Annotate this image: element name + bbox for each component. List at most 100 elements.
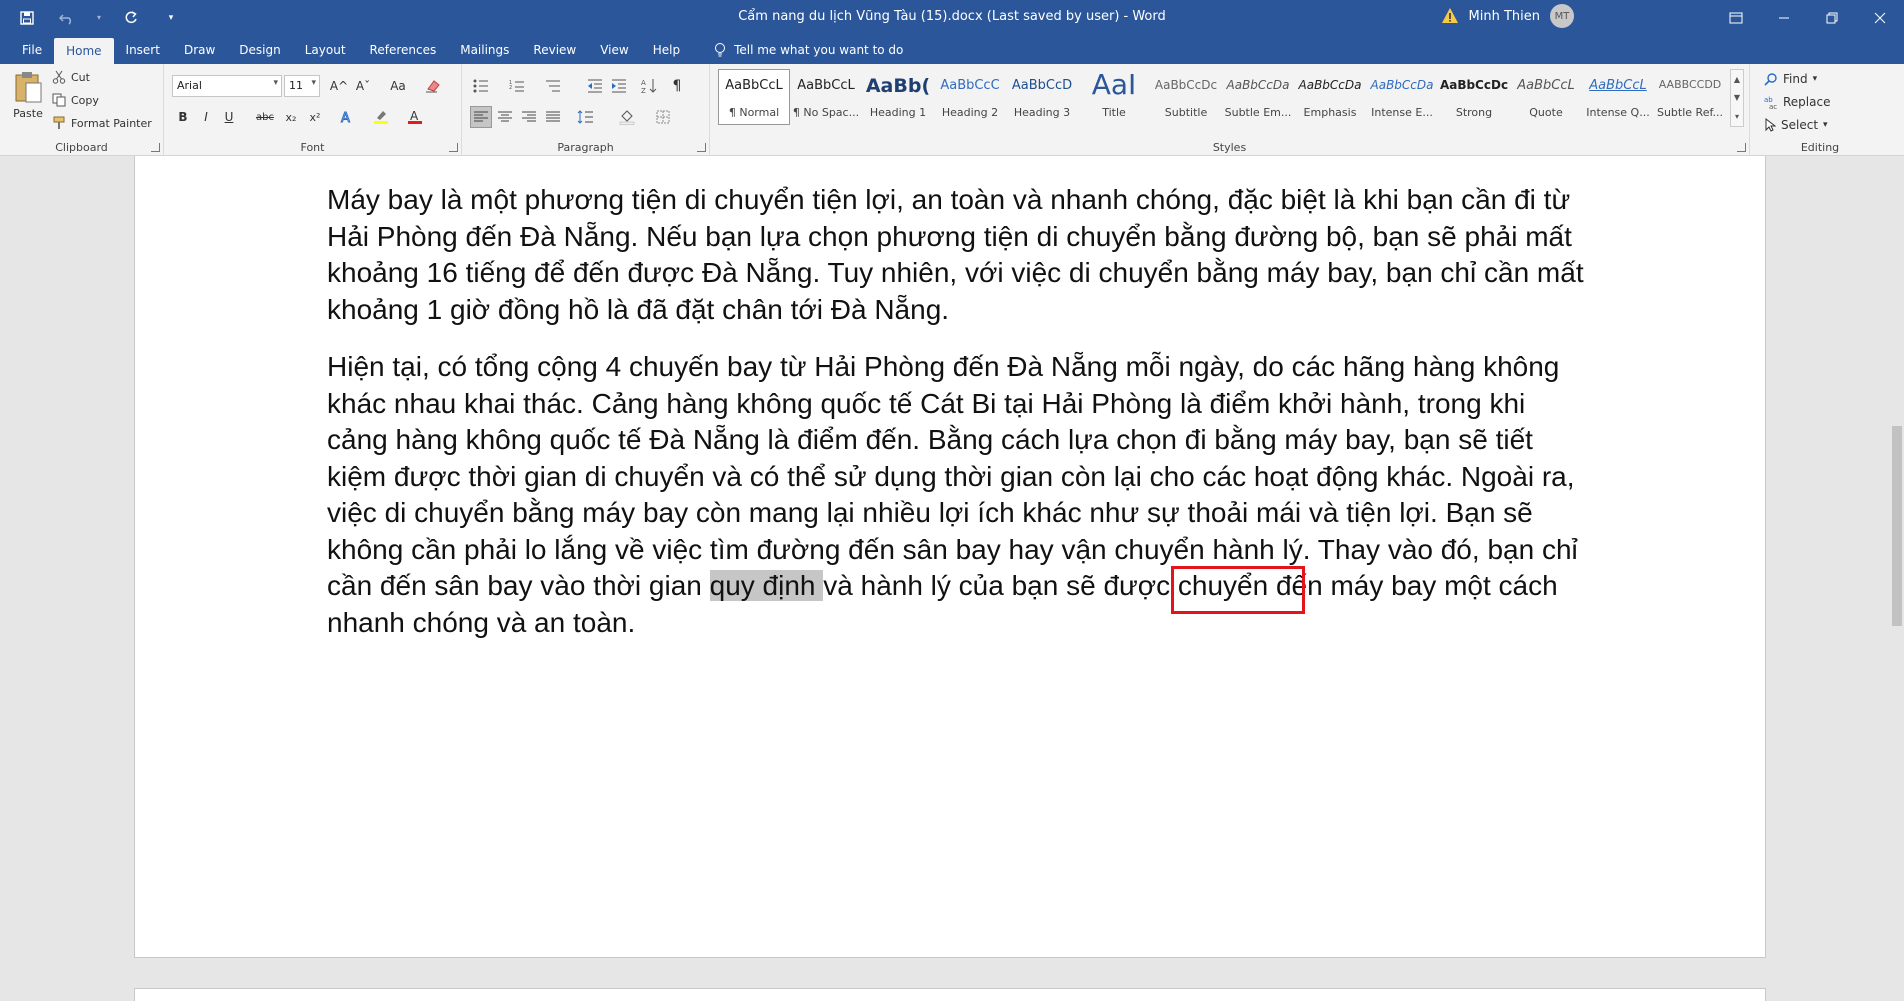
style-sample: AaBbCcL [797, 78, 855, 93]
justify-button[interactable] [542, 106, 564, 128]
tab-view[interactable]: View [588, 35, 640, 64]
format-painter-button[interactable]: Format Painter [52, 116, 152, 130]
style-no-spacing[interactable]: AaBbCcL ¶ No Spac... [790, 69, 862, 125]
paragraph-2[interactable]: Hiện tại, có tổng cộng 4 chuyến bay từ H… [327, 349, 1587, 641]
align-right-button[interactable] [518, 106, 540, 128]
styles-gallery-scroll[interactable]: ▲ ▼ ▾ [1730, 69, 1744, 127]
shading-button[interactable] [616, 106, 638, 128]
highlight-color-button[interactable] [370, 106, 392, 128]
sort-button[interactable]: AZ [638, 75, 660, 97]
tab-mailings[interactable]: Mailings [448, 35, 521, 64]
undo-dropdown[interactable]: ▾ [94, 5, 104, 31]
style-strong[interactable]: AaBbCcDc Strong [1438, 69, 1510, 125]
tab-insert[interactable]: Insert [114, 35, 172, 64]
tab-home[interactable]: Home [54, 38, 114, 64]
numbering-button[interactable]: 12 [506, 75, 528, 97]
increase-indent-button[interactable] [608, 75, 630, 97]
font-name-combo[interactable]: Arial ▾ [172, 75, 282, 97]
ribbon-display-button[interactable] [1712, 0, 1760, 35]
grow-font-button[interactable]: A^ [328, 75, 350, 97]
font-dialog-launcher[interactable] [449, 143, 458, 152]
change-case-button[interactable]: Aa [382, 75, 414, 97]
style-name: Intense Q... [1586, 106, 1650, 119]
style-title[interactable]: AaI Title [1078, 68, 1150, 125]
tab-draw[interactable]: Draw [172, 35, 227, 64]
paragraph-2-text: Hiện tại, có tổng cộng 4 chuyến bay từ H… [327, 351, 1578, 601]
style-sample: AaBbCcC [940, 78, 1000, 93]
document-body[interactable]: Máy bay là một phương tiện di chuyển tiệ… [327, 182, 1587, 662]
style-name: Strong [1455, 106, 1493, 119]
restore-button[interactable] [1808, 0, 1856, 35]
tab-design[interactable]: Design [227, 35, 292, 64]
align-left-button[interactable] [470, 106, 492, 128]
style-quote[interactable]: AaBbCcL Quote [1510, 69, 1582, 125]
text-effects-button[interactable]: A [336, 106, 358, 128]
align-center-button[interactable] [494, 106, 516, 128]
multilevel-list-button[interactable] [542, 75, 564, 97]
paste-button[interactable]: Paste [10, 70, 46, 120]
style-name: Quote [1529, 106, 1563, 119]
scrollbar-thumb[interactable] [1892, 426, 1902, 626]
next-page[interactable] [134, 988, 1766, 1001]
tab-references[interactable]: References [358, 35, 449, 64]
cut-button[interactable]: Cut [52, 70, 90, 84]
paragraph-1[interactable]: Máy bay là một phương tiện di chuyển tiệ… [327, 182, 1587, 328]
more-styles-icon[interactable]: ▾ [1735, 112, 1739, 121]
chevron-down-icon[interactable]: ▼ [1734, 93, 1740, 102]
chevron-up-icon[interactable]: ▲ [1734, 75, 1740, 84]
underline-button[interactable]: U [218, 106, 240, 128]
shrink-font-button[interactable]: Aˇ [352, 75, 374, 97]
style-intense-quote[interactable]: AaBbCcL Intense Q... [1582, 69, 1654, 125]
italic-button[interactable]: I [195, 106, 217, 128]
bold-button[interactable]: B [172, 106, 194, 128]
clear-formatting-button[interactable] [422, 75, 444, 97]
undo-icon [59, 13, 72, 25]
selected-text[interactable]: quy định [709, 570, 824, 601]
style-subtle-emphasis[interactable]: AaBbCcDa Subtle Em... [1222, 69, 1294, 125]
redo-button[interactable] [118, 5, 144, 31]
style-heading-2[interactable]: AaBbCcC Heading 2 [934, 69, 1006, 125]
subscript-button[interactable]: x₂ [280, 106, 302, 128]
warning-icon[interactable] [1441, 7, 1459, 25]
line-spacing-button[interactable] [574, 106, 596, 128]
style-sample: AaBbCcL [725, 78, 783, 93]
show-formatting-button[interactable]: ¶ [666, 75, 688, 97]
tab-help[interactable]: Help [641, 35, 692, 64]
font-size-combo[interactable]: 11 ▾ [284, 75, 320, 97]
font-color-button[interactable]: A [404, 106, 426, 128]
undo-button[interactable] [54, 5, 80, 31]
copy-button[interactable]: Copy [52, 93, 99, 107]
select-button[interactable]: Select ▾ [1764, 118, 1828, 132]
style-name: Subtitle [1164, 106, 1208, 119]
customize-qat-button[interactable]: ▾ [158, 5, 184, 31]
style-name: Title [1102, 106, 1126, 119]
user-name[interactable]: Minh Thien [1469, 9, 1540, 24]
vertical-scrollbar[interactable] [1890, 156, 1904, 1001]
save-button[interactable] [14, 5, 40, 31]
style-normal[interactable]: AaBbCcL ¶ Normal [718, 69, 790, 125]
paragraph-dialog-launcher[interactable] [697, 143, 706, 152]
tab-layout[interactable]: Layout [293, 35, 358, 64]
superscript-button[interactable]: x² [304, 106, 326, 128]
decrease-indent-button[interactable] [584, 75, 606, 97]
find-button[interactable]: Find ▾ [1764, 72, 1817, 86]
tab-file[interactable]: File [10, 35, 54, 64]
document-page[interactable]: Máy bay là một phương tiện di chuyển tiệ… [134, 156, 1766, 958]
style-intense-emphasis[interactable]: AaBbCcDa Intense E... [1366, 69, 1438, 125]
avatar[interactable]: MT [1550, 4, 1574, 28]
clipboard-dialog-launcher[interactable] [151, 143, 160, 152]
bullets-button[interactable] [470, 75, 492, 97]
style-heading-1[interactable]: AaBb(Heading 1 [862, 69, 934, 125]
minimize-button[interactable] [1760, 0, 1808, 35]
close-button[interactable] [1856, 0, 1904, 35]
styles-dialog-launcher[interactable] [1737, 143, 1746, 152]
style-heading-3[interactable]: AaBbCcD Heading 3 [1006, 69, 1078, 125]
borders-button[interactable] [652, 106, 674, 128]
tell-me-search[interactable]: Tell me what you want to do [714, 35, 903, 64]
style-subtle-reference[interactable]: AABBCCDD Subtle Ref... [1654, 69, 1726, 125]
strikethrough-button[interactable]: abc [254, 106, 276, 128]
style-emphasis[interactable]: AaBbCcDa Emphasis [1294, 69, 1366, 125]
style-subtitle[interactable]: AaBbCcDc Subtitle [1150, 69, 1222, 125]
replace-button[interactable]: ab ac Replace [1764, 95, 1830, 109]
tab-review[interactable]: Review [521, 35, 588, 64]
